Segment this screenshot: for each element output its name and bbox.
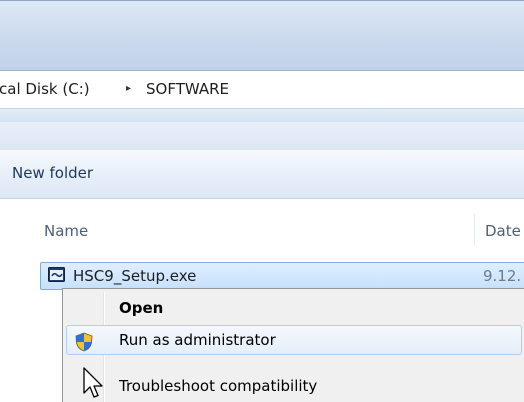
menu-item-open[interactable]: Open (66, 293, 522, 323)
breadcrumb-software[interactable]: SOFTWARE (146, 80, 229, 98)
menu-item-label: Open (119, 299, 164, 317)
search-bar-strip (0, 108, 524, 123)
new-folder-button[interactable]: New folder (12, 164, 93, 182)
file-row-selected[interactable]: HSC9_Setup.exe 9.12. (40, 262, 524, 290)
window-frame-edge (0, 0, 524, 1)
menu-item-label: Run as administrator (119, 331, 276, 349)
menu-item-troubleshoot-compatibility[interactable]: Troubleshoot compatibility (66, 371, 522, 401)
column-header-date[interactable]: Date (485, 222, 521, 240)
column-header-name[interactable]: Name (44, 222, 88, 240)
uac-shield-icon (75, 332, 93, 352)
menu-item-run-as-administrator[interactable]: Run as administrator (66, 325, 522, 355)
mouse-cursor-icon (83, 367, 103, 398)
installer-icon (48, 267, 65, 282)
menu-item-label: Troubleshoot compatibility (119, 377, 318, 395)
file-name: HSC9_Setup.exe (73, 267, 197, 285)
column-divider[interactable] (474, 214, 475, 246)
menu-strip (0, 122, 524, 150)
window-title-bar[interactable] (0, 0, 524, 70)
file-date: 9.12. (483, 267, 522, 285)
breadcrumb-local-disk[interactable]: cal Disk (C:) (0, 80, 90, 98)
command-toolbar: New folder (0, 150, 524, 199)
breadcrumb-chevron-icon[interactable]: ▸ (126, 83, 131, 94)
address-bar[interactable]: cal Disk (C:) ▸ SOFTWARE (0, 70, 524, 109)
context-menu: Open Run as administrator Troubleshoot c… (62, 288, 524, 402)
